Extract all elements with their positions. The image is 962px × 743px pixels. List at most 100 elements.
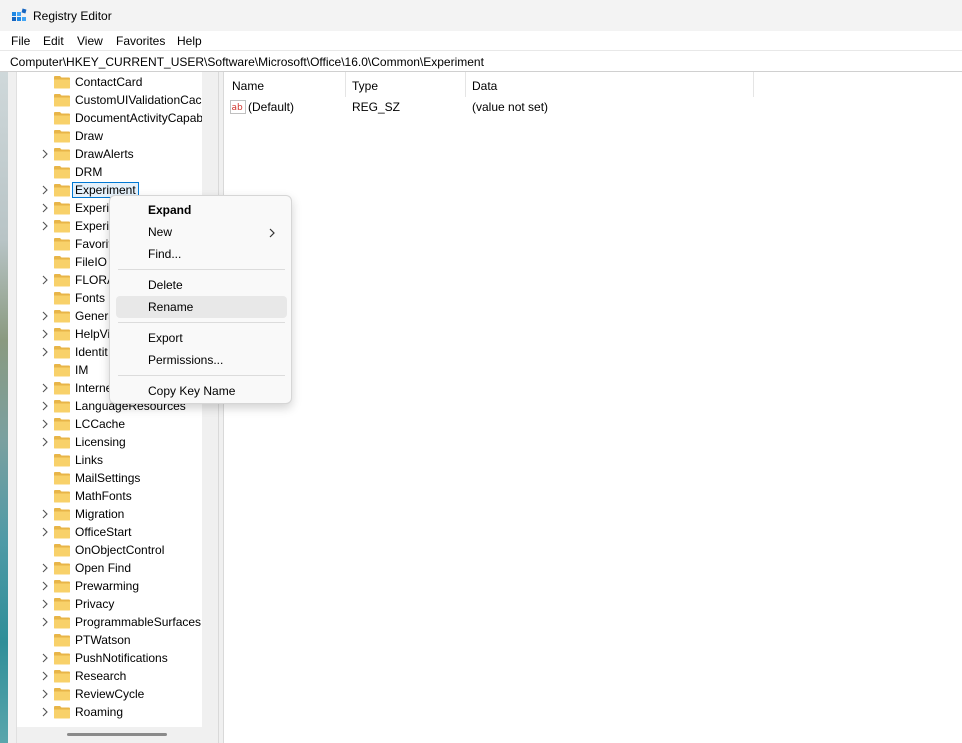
context-menu-find[interactable]: Find... (116, 243, 287, 265)
tree-item[interactable]: Draw (17, 127, 202, 145)
chevron-right-icon[interactable] (41, 383, 49, 393)
address-path[interactable]: Computer\HKEY_CURRENT_USER\Software\Micr… (10, 55, 484, 69)
folder-icon (53, 597, 71, 611)
context-menu-permissions[interactable]: Permissions... (116, 349, 287, 371)
context-menu-delete[interactable]: Delete (116, 274, 287, 296)
context-menu-label: Expand (148, 203, 192, 217)
chevron-right-icon[interactable] (41, 671, 49, 681)
tree-item-label: Research (75, 669, 127, 683)
chevron-right-icon[interactable] (41, 563, 49, 573)
chevron-right-icon[interactable] (41, 203, 49, 213)
chevron-right-icon[interactable] (41, 617, 49, 627)
tree-item[interactable]: DRM (17, 163, 202, 181)
chevron-right-icon (269, 227, 275, 238)
tree-item-label: Identit (75, 345, 108, 359)
tree-item[interactable]: Prewarming (17, 577, 202, 595)
folder-icon (53, 327, 71, 341)
context-menu-rename[interactable]: Rename (116, 296, 287, 318)
tree-horizontal-scrollbar[interactable] (17, 727, 218, 743)
tree-item[interactable]: Research (17, 667, 202, 685)
context-menu-expand[interactable]: Expand (116, 199, 287, 221)
values-list[interactable]: Name Type Data ab (Default) REG_SZ (valu… (224, 72, 962, 743)
tree-item[interactable]: DocumentActivityCapab (17, 109, 202, 127)
chevron-right-icon[interactable] (41, 311, 49, 321)
value-type: REG_SZ (352, 100, 401, 114)
folder-icon (53, 399, 71, 413)
folder-icon (53, 417, 71, 431)
folder-icon (53, 363, 71, 377)
context-menu-label: New (148, 225, 173, 239)
chevron-right-icon[interactable] (41, 185, 49, 195)
chevron-right-icon[interactable] (41, 689, 49, 699)
tree-item[interactable]: ContactCard (17, 73, 202, 91)
tree-item-label: DocumentActivityCapab (75, 111, 202, 125)
column-header-name[interactable]: Name (224, 72, 346, 97)
context-menu: Expand New Find... Delete Rename Export … (109, 195, 292, 404)
menu-favorites[interactable]: Favorites (116, 34, 165, 48)
menu-help[interactable]: Help (177, 34, 202, 48)
chevron-right-icon[interactable] (41, 347, 49, 357)
menu-separator (118, 269, 285, 270)
tree-item-label: ReviewCycle (75, 687, 145, 701)
tree-item[interactable]: MailSettings (17, 469, 202, 487)
tree-item[interactable]: OfficeStart (17, 523, 202, 541)
tree-item-label: ProgrammableSurfaces (75, 615, 202, 629)
tree-item[interactable]: DrawAlerts (17, 145, 202, 163)
chevron-right-icon[interactable] (41, 527, 49, 537)
chevron-right-icon[interactable] (41, 437, 49, 447)
menu-edit[interactable]: Edit (43, 34, 64, 48)
tree-item[interactable]: Links (17, 451, 202, 469)
folder-icon (53, 669, 71, 683)
folder-icon (53, 255, 71, 269)
chevron-right-icon[interactable] (41, 329, 49, 339)
string-value-icon: ab (230, 100, 246, 114)
menu-view[interactable]: View (77, 34, 103, 48)
tree-item[interactable]: Privacy (17, 595, 202, 613)
folder-icon (53, 129, 71, 143)
chevron-right-icon[interactable] (41, 707, 49, 717)
folder-icon (53, 165, 71, 179)
tree-item-label: IM (75, 363, 89, 377)
chevron-right-icon[interactable] (41, 419, 49, 429)
tree-item[interactable]: ProgrammableSurfaces (17, 613, 202, 631)
tree-item[interactable]: PTWatson (17, 631, 202, 649)
chevron-right-icon[interactable] (41, 509, 49, 519)
tree-item-label: Draw (75, 129, 104, 143)
chevron-right-icon[interactable] (41, 149, 49, 159)
context-menu-new[interactable]: New (116, 221, 287, 243)
value-name: (Default) (248, 100, 295, 114)
tree-item[interactable]: OnObjectControl (17, 541, 202, 559)
chevron-right-icon[interactable] (41, 275, 49, 285)
address-bar[interactable]: Computer\HKEY_CURRENT_USER\Software\Micr… (0, 50, 962, 72)
tree-item-label: FileIO (75, 255, 108, 269)
tree-item[interactable]: Migration (17, 505, 202, 523)
menu-file[interactable]: File (11, 34, 30, 48)
context-menu-copy-key-name[interactable]: Copy Key Name (116, 380, 287, 402)
tree-item[interactable]: LCCache (17, 415, 202, 433)
tree-item[interactable]: Roaming (17, 703, 202, 721)
chevron-right-icon[interactable] (41, 401, 49, 411)
value-row[interactable]: ab (Default) REG_SZ (value not set) (224, 98, 924, 118)
tree-item[interactable]: ReviewCycle (17, 685, 202, 703)
chevron-right-icon[interactable] (41, 653, 49, 663)
column-header-data[interactable]: Data (466, 72, 754, 97)
chevron-right-icon[interactable] (41, 221, 49, 231)
tree-item[interactable]: CustomUIValidationCac (17, 91, 202, 109)
title-bar: Registry Editor (0, 0, 962, 31)
column-header-type[interactable]: Type (346, 72, 466, 97)
tree-item[interactable]: PushNotifications (17, 649, 202, 667)
context-menu-export[interactable]: Export (116, 327, 287, 349)
tree-item[interactable]: MathFonts (17, 487, 202, 505)
tree-item-label: Interne (75, 381, 113, 395)
tree-item-label: Prewarming (75, 579, 140, 593)
chevron-right-icon[interactable] (41, 599, 49, 609)
tree-item[interactable]: Open Find (17, 559, 202, 577)
chevron-right-icon[interactable] (41, 581, 49, 591)
folder-icon (53, 381, 71, 395)
folder-icon (53, 543, 71, 557)
tree-item[interactable]: Licensing (17, 433, 202, 451)
tree-item-label: DRM (75, 165, 103, 179)
tree-item-label: MailSettings (75, 471, 141, 485)
folder-icon (53, 273, 71, 287)
scrollbar-thumb[interactable] (67, 733, 167, 736)
